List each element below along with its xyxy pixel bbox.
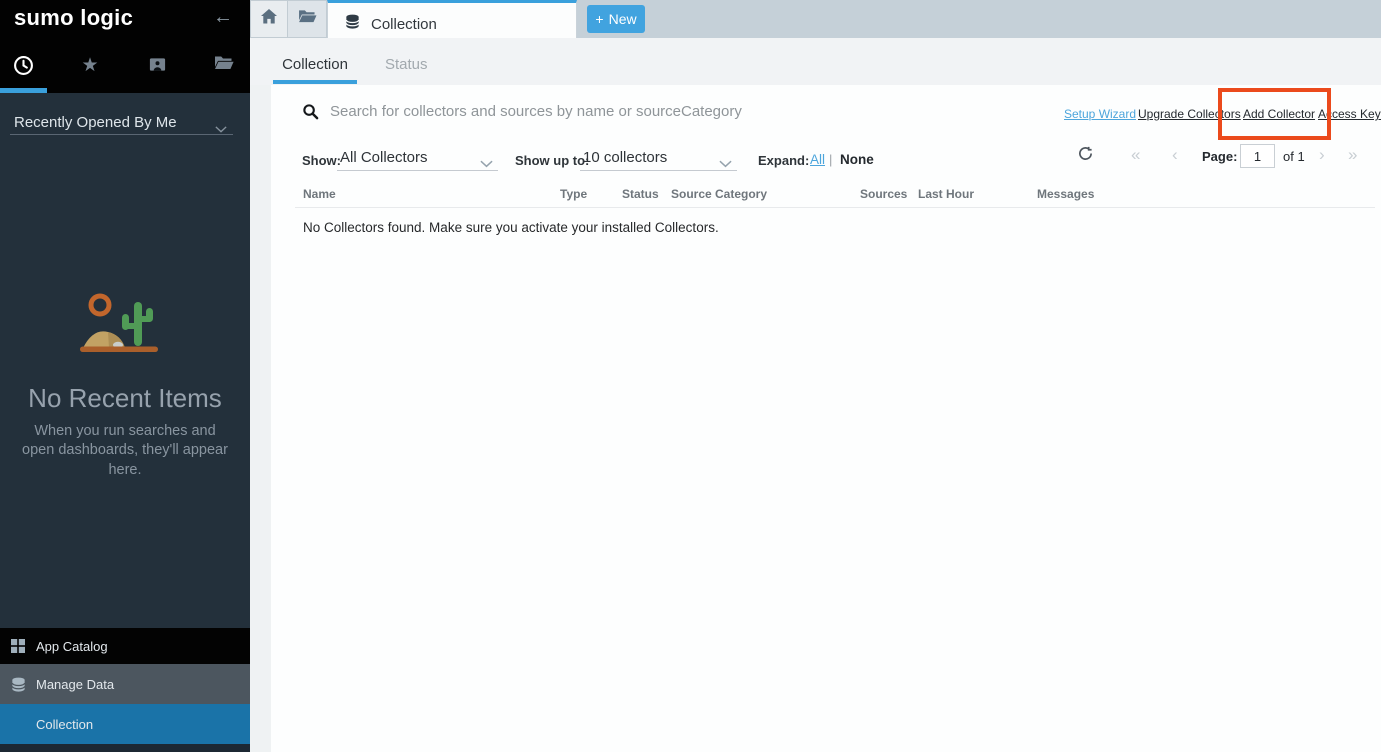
column-header-name[interactable]: Name (303, 187, 336, 201)
column-header-source-category[interactable]: Source Category (671, 187, 767, 201)
recent-filter-dropdown[interactable]: Recently Opened By Me (0, 108, 250, 136)
folder-open-icon (214, 55, 234, 79)
menu-divider-strip (0, 744, 250, 752)
sidebar-tab-library[interactable] (145, 55, 169, 79)
limit-filter-value: 10 collectors (583, 149, 667, 166)
recent-filter-label: Recently Opened By Me (14, 114, 177, 131)
menu-item-manage-data[interactable]: Manage Data (0, 664, 250, 704)
folder-open-icon (298, 9, 317, 29)
pagination-prev-button[interactable]: ‹ (1172, 145, 1178, 165)
pagination-first-button[interactable]: « (1131, 145, 1140, 165)
subtab-collection[interactable]: Collection (273, 56, 357, 73)
link-setup-wizard[interactable]: Setup Wizard (1064, 107, 1136, 121)
collapse-sidebar-icon[interactable]: ← (213, 6, 233, 29)
expand-label: Expand: (758, 153, 809, 168)
search-input[interactable] (330, 97, 890, 125)
expand-none-link[interactable]: None (840, 152, 874, 167)
pagination-last-button[interactable]: » (1348, 145, 1357, 165)
sidebar-empty-description: When you run searches and open dashboard… (19, 422, 231, 480)
menu-item-collection[interactable]: Collection (0, 704, 250, 744)
refresh-icon (1078, 148, 1093, 165)
menu-label: Collection (36, 717, 93, 732)
menu-label: App Catalog (36, 639, 108, 654)
database-icon (10, 676, 27, 693)
subtab-row: Collection Status (250, 38, 1381, 85)
column-header-type[interactable]: Type (560, 187, 587, 201)
page-label: Page: (1202, 149, 1237, 164)
sidebar-tab-favorites[interactable]: ★ (78, 55, 102, 79)
menu-label: Manage Data (36, 677, 114, 692)
chevron-down-icon (719, 155, 732, 173)
star-icon: ★ (81, 55, 98, 79)
annotation-highlight-box (1218, 88, 1331, 140)
table-empty-message: No Collectors found. Make sure you activ… (303, 220, 719, 235)
subtab-status[interactable]: Status (385, 56, 428, 73)
sidebar-tab-folders[interactable] (212, 55, 236, 79)
menu-item-app-catalog[interactable]: App Catalog (0, 628, 250, 664)
column-header-status[interactable]: Status (622, 187, 659, 201)
home-icon (260, 8, 278, 30)
desert-illustration (75, 290, 175, 363)
sidebar-tab-recents[interactable] (11, 55, 35, 79)
collection-panel: Setup Wizard Upgrade Collectors Add Coll… (271, 85, 1381, 752)
column-header-sources[interactable]: Sources (860, 187, 907, 201)
chevron-down-icon (480, 155, 493, 173)
expand-all-link[interactable]: All (810, 152, 825, 167)
column-header-messages[interactable]: Messages (1037, 187, 1094, 201)
clock-icon (13, 55, 34, 79)
show-filter-dropdown[interactable]: All Collectors (337, 144, 498, 171)
limit-filter-label: Show up to: (515, 153, 589, 168)
active-tab-indicator (0, 88, 47, 93)
home-tab-button[interactable] (250, 0, 288, 38)
content-gutter (250, 85, 271, 752)
sidebar-header: sumo logic ← ★ (0, 0, 250, 93)
table-header-divider (295, 207, 1375, 208)
column-header-last-hour[interactable]: Last Hour (918, 187, 974, 201)
sidebar-empty-title: No Recent Items (0, 383, 250, 414)
page-input[interactable] (1240, 144, 1275, 168)
dropdown-underline (10, 134, 233, 135)
new-button-label: New (609, 11, 637, 27)
pagination-next-button[interactable]: › (1319, 145, 1325, 165)
plus-icon: + (595, 11, 603, 27)
database-icon (344, 13, 361, 35)
library-icon (148, 55, 167, 79)
page-total-label: of 1 (1283, 149, 1305, 164)
sidebar: sumo logic ← ★ Recently Opened By Me (0, 0, 250, 752)
limit-filter-dropdown[interactable]: 10 collectors (580, 144, 737, 171)
show-filter-value: All Collectors (340, 149, 428, 166)
new-button[interactable]: + New (587, 5, 645, 33)
app-logo: sumo logic (14, 5, 133, 31)
show-filter-label: Show: (302, 153, 341, 168)
folder-tab-button[interactable] (288, 0, 327, 38)
separator: | (829, 152, 832, 167)
search-icon (302, 103, 319, 125)
refresh-button[interactable] (1078, 146, 1096, 164)
sun-icon (91, 296, 109, 314)
subtab-active-underline (273, 80, 357, 84)
grid-icon (10, 638, 27, 654)
tab-label: Collection (371, 16, 437, 33)
chevron-down-icon (215, 120, 227, 138)
